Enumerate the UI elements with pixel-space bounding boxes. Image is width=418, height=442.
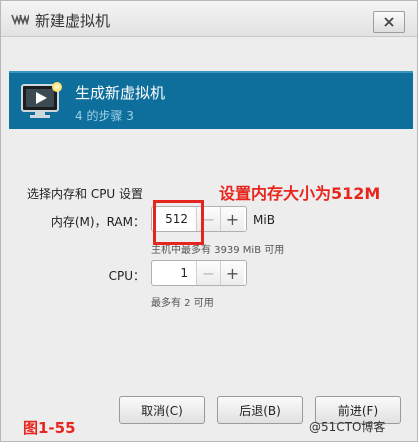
memory-unit: MiB (253, 213, 275, 227)
step-indicator: 4 的步骤 3 (75, 109, 134, 123)
cpu-decrement-button[interactable]: − (196, 261, 220, 285)
cpu-increment-button[interactable]: + (220, 261, 244, 285)
step-banner: 生成新虚拟机 4 的步骤 3 (9, 71, 413, 129)
cancel-button[interactable]: 取消(C) (119, 396, 205, 424)
window-title: 新建虚拟机 (35, 12, 111, 30)
memory-label: 内存(M)，RAM： (50, 215, 145, 229)
watermark: @51CTO博客 (309, 420, 386, 434)
cpu-hint: 最多有 2 可用 (151, 298, 214, 309)
banner-title: 生成新虚拟机 (75, 84, 166, 102)
new-vm-dialog: 新建虚拟机 生成新虚拟机 4 的步骤 3 选择内存和 CPU 设置 设置内存大小… (0, 0, 418, 442)
annotation-text: 设置内存大小为512M (219, 184, 381, 203)
cpu-spinbox: 1 − + (151, 260, 247, 286)
virt-manager-logo (11, 14, 29, 25)
back-button[interactable]: 后退(B) (217, 396, 303, 424)
cpu-value-input[interactable]: 1 (152, 261, 196, 285)
close-button[interactable] (373, 11, 405, 33)
section-heading: 选择内存和 CPU 设置 (27, 187, 144, 201)
titlebar: 新建虚拟机 (1, 1, 417, 37)
monitor-play-icon (21, 82, 62, 118)
annotation-highlight-box (153, 200, 204, 245)
close-icon (384, 17, 394, 27)
memory-increment-button[interactable]: + (220, 207, 244, 231)
cpu-label: CPU： (108, 269, 145, 283)
figure-label: 图1-55 (23, 419, 76, 437)
